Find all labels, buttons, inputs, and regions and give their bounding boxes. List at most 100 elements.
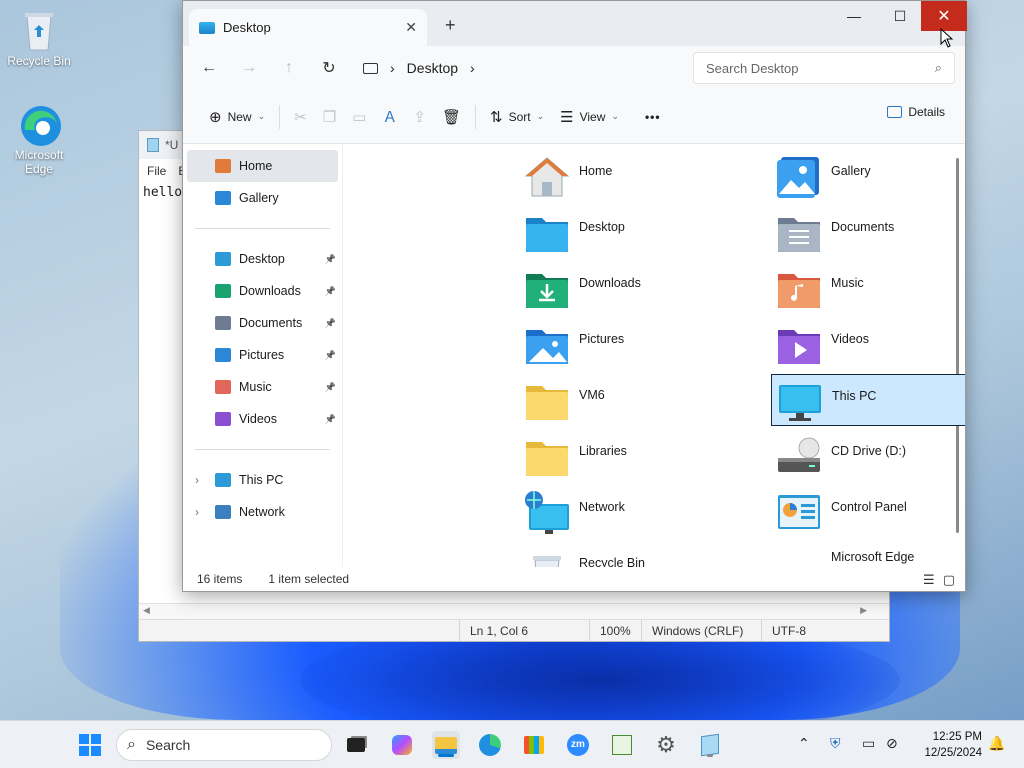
paste-button[interactable]: ▭ (344, 102, 374, 132)
file-item-pictures[interactable]: Pictures (519, 318, 769, 370)
file-item-recycle-bin[interactable]: Recycle Bin (519, 542, 769, 567)
sort-button[interactable]: ⇅ Sort ⌄ (482, 102, 552, 132)
file-item-label-wrap: Home (579, 154, 612, 178)
sidebar-item-documents[interactable]: Documents 📌 (183, 307, 342, 339)
file-item-gallery[interactable]: Gallery (771, 150, 965, 202)
sidebar-item-gallery[interactable]: Gallery (183, 182, 342, 214)
chevron-right-icon[interactable]: › (470, 60, 475, 76)
breadcrumb-desktop[interactable]: Desktop (407, 60, 458, 76)
monitor-icon[interactable] (363, 62, 378, 74)
file-item-videos[interactable]: Videos (771, 318, 965, 370)
desktop-icon-recycle-bin[interactable]: Recycle Bin (4, 10, 74, 68)
pin-icon[interactable]: 📌 (325, 382, 336, 393)
task-view-button[interactable] (342, 731, 370, 759)
task-manager-taskbar-button[interactable] (608, 731, 636, 759)
delete-button[interactable]: 🗑 (434, 102, 469, 132)
downloads-folder-icon (523, 266, 571, 312)
tab-desktop[interactable]: Desktop ✕ (189, 9, 427, 46)
tiles-view-icon[interactable]: ▢ (943, 572, 955, 588)
file-item-network[interactable]: Network (519, 486, 769, 538)
scroll-left-icon[interactable]: ◀ (143, 605, 150, 616)
display-icon[interactable]: ▭ (862, 735, 875, 752)
chevron-up-icon[interactable]: ⌃ (798, 735, 810, 752)
pin-icon[interactable]: 📌 (325, 350, 336, 361)
new-button[interactable]: ⊕ New ⌄ (201, 102, 273, 132)
minimize-button[interactable]: — (831, 1, 877, 31)
copy-button[interactable]: ❐ (315, 102, 344, 132)
close-tab-icon[interactable]: ✕ (405, 19, 417, 36)
file-item-home[interactable]: Home (519, 150, 769, 202)
share-button[interactable]: ⇪ (405, 102, 434, 132)
pin-icon[interactable]: 📌 (325, 254, 336, 265)
file-item-label-wrap: This PC (832, 379, 876, 403)
store-taskbar-button[interactable] (520, 731, 548, 759)
maximize-button[interactable]: ☐ (877, 1, 923, 31)
details-view-icon[interactable]: ☰ (923, 572, 935, 588)
file-item-control-panel[interactable]: Control Panel (771, 486, 965, 538)
network-disconnected-icon[interactable]: ⊘ (886, 735, 898, 752)
home-icon (523, 154, 571, 200)
taskbar-search-box[interactable]: ⌕ Search (116, 729, 332, 761)
more-options-button[interactable]: ••• (637, 102, 669, 132)
sidebar-item-desktop[interactable]: Desktop 📌 (183, 243, 342, 275)
file-item-libraries[interactable]: Libraries (519, 430, 769, 482)
edge-taskbar-button[interactable] (476, 731, 504, 759)
pin-icon[interactable]: 📌 (325, 318, 336, 329)
notepad-statusbar: Ln 1, Col 6 100% Windows (CRLF) UTF-8 (139, 619, 889, 641)
notepad-horizontal-scrollbar[interactable]: ◀ ▶ (139, 603, 889, 619)
line-ending: Windows (CRLF) (641, 620, 761, 641)
zoom-taskbar-button[interactable]: zm (564, 731, 592, 759)
sidebar-item-this-pc[interactable]: › This PC (183, 464, 342, 496)
sidebar-item-label: Desktop (239, 252, 285, 266)
defender-shield-icon[interactable]: ⛨ (830, 735, 841, 752)
file-item-vm6[interactable]: VM6 (519, 374, 769, 426)
rename-button[interactable]: Ａ (374, 102, 405, 132)
view-button[interactable]: ☰ View ⌄ (552, 102, 627, 132)
item-count: 16 items (197, 572, 243, 586)
cut-button[interactable]: ✂ (286, 102, 315, 132)
desktop-folder-icon (215, 252, 231, 266)
up-button[interactable]: ↑ (269, 59, 309, 77)
details-pane-button[interactable]: Details (887, 105, 945, 119)
file-item-desktop[interactable]: Desktop (519, 206, 769, 258)
file-item-downloads[interactable]: Downloads (519, 262, 769, 314)
clock[interactable]: 12:25 PM 12/25/2024 (924, 729, 982, 761)
notification-bell-icon[interactable]: 🔔 (988, 735, 1005, 752)
chevron-right-icon[interactable]: › (195, 473, 199, 487)
forward-button[interactable]: → (229, 59, 269, 77)
refresh-button[interactable]: ↻ (309, 58, 349, 78)
details-label: Details (908, 105, 945, 119)
search-box[interactable]: Search Desktop ⌕ (693, 52, 955, 84)
file-item-microsoft-edge[interactable]: Microsoft EdgeShortcut (771, 542, 965, 567)
back-button[interactable]: ← (189, 59, 229, 77)
sidebar-item-pictures[interactable]: Pictures 📌 (183, 339, 342, 371)
search-input[interactable]: Search Desktop (706, 61, 799, 76)
sidebar-item-label: Gallery (239, 191, 279, 205)
sidebar-item-home[interactable]: Home (187, 150, 338, 182)
toolbar-divider (279, 104, 281, 129)
file-item-documents[interactable]: Documents (771, 206, 965, 258)
file-item-label: Microsoft Edge (831, 550, 915, 564)
file-item-cd-drive-d[interactable]: CD Drive (D:) (771, 430, 965, 482)
new-tab-button[interactable]: + (445, 15, 456, 36)
scroll-right-icon[interactable]: ▶ (860, 605, 867, 616)
sidebar-item-videos[interactable]: Videos 📌 (183, 403, 342, 435)
menu-file[interactable]: File (147, 164, 166, 178)
sidebar-item-music[interactable]: Music 📌 (183, 371, 342, 403)
chevron-down-icon: ⌄ (536, 111, 545, 121)
close-window-button[interactable]: ✕ (921, 1, 967, 31)
sidebar-item-network[interactable]: › Network (183, 496, 342, 528)
pin-icon[interactable]: 📌 (325, 414, 336, 425)
chevron-right-icon[interactable]: › (195, 505, 199, 519)
notepad-taskbar-button[interactable] (696, 731, 724, 759)
start-button[interactable] (76, 731, 104, 759)
file-explorer-taskbar-button[interactable] (432, 731, 460, 759)
pin-icon[interactable]: 📌 (325, 286, 336, 297)
file-item-music[interactable]: Music (771, 262, 965, 314)
sidebar-item-downloads[interactable]: Downloads 📌 (183, 275, 342, 307)
copilot-button[interactable] (388, 731, 416, 759)
chevron-right-icon[interactable]: › (390, 60, 395, 76)
file-item-this-pc[interactable]: This PC (771, 374, 965, 426)
desktop-icon-edge[interactable]: Microsoft Edge (4, 104, 74, 176)
settings-taskbar-button[interactable]: ⚙ (652, 731, 680, 759)
